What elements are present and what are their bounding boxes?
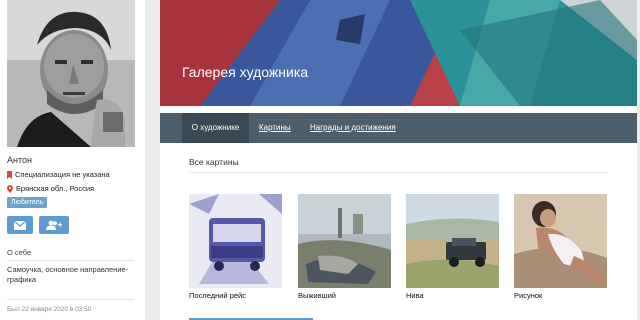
gallery-banner: Галерея художника	[160, 0, 637, 106]
last-visit-text: Был 22 января 2020 в 03:50	[7, 306, 92, 313]
specialization-row: Специализация не указана	[7, 170, 110, 179]
add-user-icon	[46, 220, 62, 230]
section-title: Все картины	[189, 157, 239, 167]
artwork-title[interactable]: Нива	[406, 291, 424, 300]
add-friend-button[interactable]	[39, 216, 69, 234]
about-text: Самоучка, основное направление- графика	[7, 265, 129, 284]
tab-about-artist[interactable]: О художнике	[182, 113, 249, 143]
artist-avatar[interactable]	[7, 0, 135, 147]
specialization-text: Специализация не указана	[15, 170, 110, 179]
tab-awards[interactable]: Награды и достижения	[310, 113, 396, 143]
location-row: Брянская обл., Россия	[7, 184, 94, 193]
artwork-title[interactable]: Рисунок	[514, 291, 542, 300]
artwork-thumbnail[interactable]	[406, 194, 499, 288]
about-heading: О себе	[7, 248, 32, 257]
artwork-thumbnail[interactable]	[189, 194, 282, 288]
artist-name: Антон	[7, 155, 32, 165]
map-pin-icon	[7, 184, 13, 193]
envelope-icon	[14, 220, 26, 230]
artwork-title[interactable]: Последний рейс	[189, 291, 246, 300]
gallery-tabs: О художнике Картины Награды и достижения	[160, 113, 637, 143]
artwork-title[interactable]: Выживший	[298, 291, 336, 300]
divider	[189, 172, 607, 173]
location-text: Брянская обл., Россия	[16, 184, 95, 193]
tab-paintings[interactable]: Картины	[259, 113, 291, 143]
artwork-thumbnail[interactable]	[514, 194, 607, 288]
gallery-panel: Галерея художника О художнике Картины На…	[160, 0, 637, 320]
divider	[7, 299, 134, 300]
level-badge: Любитель	[7, 197, 48, 208]
divider	[7, 260, 134, 261]
send-message-button[interactable]	[7, 216, 33, 234]
profile-sidebar: Антон Специализация не указана Брянская …	[0, 0, 145, 320]
bookmark-icon	[7, 170, 12, 179]
artwork-thumbnail[interactable]	[298, 194, 391, 288]
gallery-title: Галерея художника	[182, 64, 309, 80]
